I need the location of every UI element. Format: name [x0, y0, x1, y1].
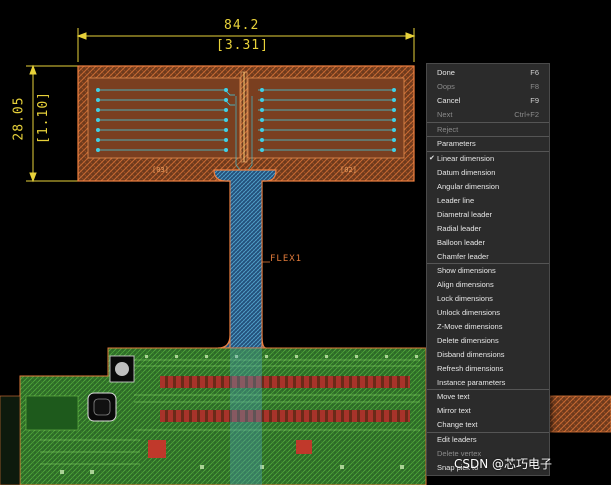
menu-item-label: Show dimensions — [437, 266, 496, 276]
menu-item-refresh-dimensions[interactable]: Refresh dimensions — [427, 362, 549, 376]
menu-item-shortcut: Ctrl+F2 — [514, 109, 539, 119]
menu-item-label: Done — [437, 68, 455, 77]
menu-item-label: Unlock dimensions — [437, 308, 500, 318]
menu-item-label: Z-Move dimensions — [437, 322, 503, 332]
menu-item-instance-parameters[interactable]: Instance parameters — [427, 376, 549, 390]
menu-item-shortcut: F6 — [530, 68, 539, 77]
menu-item-shortcut: F8 — [530, 81, 539, 91]
menu-item-lock-dimensions[interactable]: Lock dimensions — [427, 292, 549, 306]
svg-text:[02]: [02] — [340, 166, 357, 174]
menu-item-label: Datum dimension — [437, 168, 496, 178]
menu-item-label: Edit leaders — [437, 435, 477, 445]
menu-item-datum-dimension[interactable]: Datum dimension — [427, 166, 549, 180]
vertical-dimension-alt: [1.10] — [35, 91, 51, 144]
menu-item-z-move-dimensions[interactable]: Z-Move dimensions — [427, 320, 549, 334]
menu-item-label: Reject — [437, 124, 459, 134]
menu-item-label: Oops — [437, 81, 455, 91]
menu-item-label: Parameters — [437, 139, 476, 149]
menu-item-label: Cancel — [437, 95, 461, 105]
checkmark-icon: ✔ — [429, 155, 435, 163]
menu-item-parameters[interactable]: Parameters — [427, 137, 549, 151]
vertical-dimension — [26, 64, 78, 183]
menu-item-balloon-leader[interactable]: Balloon leader — [427, 236, 549, 250]
watermark: CSDN @芯巧电子 — [454, 457, 553, 471]
menu-item-radial-leader[interactable]: Radial leader — [427, 222, 549, 236]
horizontal-dimension-value: 84.2 — [224, 18, 260, 33]
menu-item-diametral-leader[interactable]: Diametral leader — [427, 208, 549, 222]
menu-item-reject: Reject — [427, 123, 549, 137]
menu-item-disband-dimensions[interactable]: Disband dimensions — [427, 348, 549, 362]
menu-item-label: Delete dimensions — [437, 335, 499, 345]
menu-item-label: Move text — [437, 392, 470, 402]
menu-item-align-dimensions[interactable]: Align dimensions — [427, 278, 549, 292]
menu-item-shortcut: F9 — [530, 95, 539, 105]
menu-item-label: Radial leader — [437, 223, 482, 233]
flex-label: FLEX1 — [270, 254, 303, 264]
menu-item-label: Instance parameters — [437, 377, 506, 387]
menu-item-label: Lock dimensions — [437, 294, 493, 304]
menu-item-label: Linear dimension — [437, 154, 495, 164]
menu-item-linear-dimension[interactable]: ✔ Linear dimension — [427, 152, 549, 166]
menu-item-label: Leader line — [437, 196, 475, 206]
menu-item-label: Next — [437, 109, 453, 119]
menu-item-label: Balloon leader — [437, 237, 485, 247]
menu-item-change-text[interactable]: Change text — [427, 418, 549, 432]
menu-item-label: Mirror text — [437, 406, 471, 416]
menu-item-angular-dimension[interactable]: Angular dimension — [427, 180, 549, 194]
menu-item-mirror-text[interactable]: Mirror text — [427, 404, 549, 418]
menu-item-show-dimensions[interactable]: Show dimensions — [427, 264, 549, 278]
menu-item-chamfer-leader[interactable]: Chamfer leader — [427, 250, 549, 264]
horizontal-dimension-alt: [3.31] — [216, 38, 269, 53]
vertical-dimension-value: 28.05 — [11, 96, 27, 141]
context-menu: Done F6 Oops F8 Cancel F9 Next Ctrl+F2 Reject Par… — [426, 63, 550, 476]
menu-item-label: Refresh dimensions — [437, 363, 504, 373]
svg-text:[03]: [03] — [152, 166, 169, 174]
menu-item-label: Change text — [437, 420, 478, 430]
menu-item-label: Chamfer leader — [437, 251, 489, 261]
menu-item-leader-line[interactable]: Leader line — [427, 194, 549, 208]
menu-item-unlock-dimensions[interactable]: Unlock dimensions — [427, 306, 549, 320]
menu-item-label: Angular dimension — [437, 182, 500, 192]
menu-item-edit-leaders[interactable]: Edit leaders — [427, 433, 549, 447]
menu-item-label: Disband dimensions — [437, 349, 505, 359]
menu-item-label: Align dimensions — [437, 280, 494, 290]
menu-item-delete-dimensions[interactable]: Delete dimensions — [427, 334, 549, 348]
top-rigid-board: [03] [02] — [77, 65, 415, 182]
menu-item-move-text[interactable]: Move text — [427, 390, 549, 404]
menu-item-done[interactable]: Done F6 — [427, 66, 549, 80]
menu-item-oops: Oops F8 — [427, 80, 549, 94]
menu-item-cancel[interactable]: Cancel F9 — [427, 94, 549, 108]
menu-item-next: Next Ctrl+F2 — [427, 108, 549, 122]
menu-item-label: Diametral leader — [437, 209, 493, 219]
